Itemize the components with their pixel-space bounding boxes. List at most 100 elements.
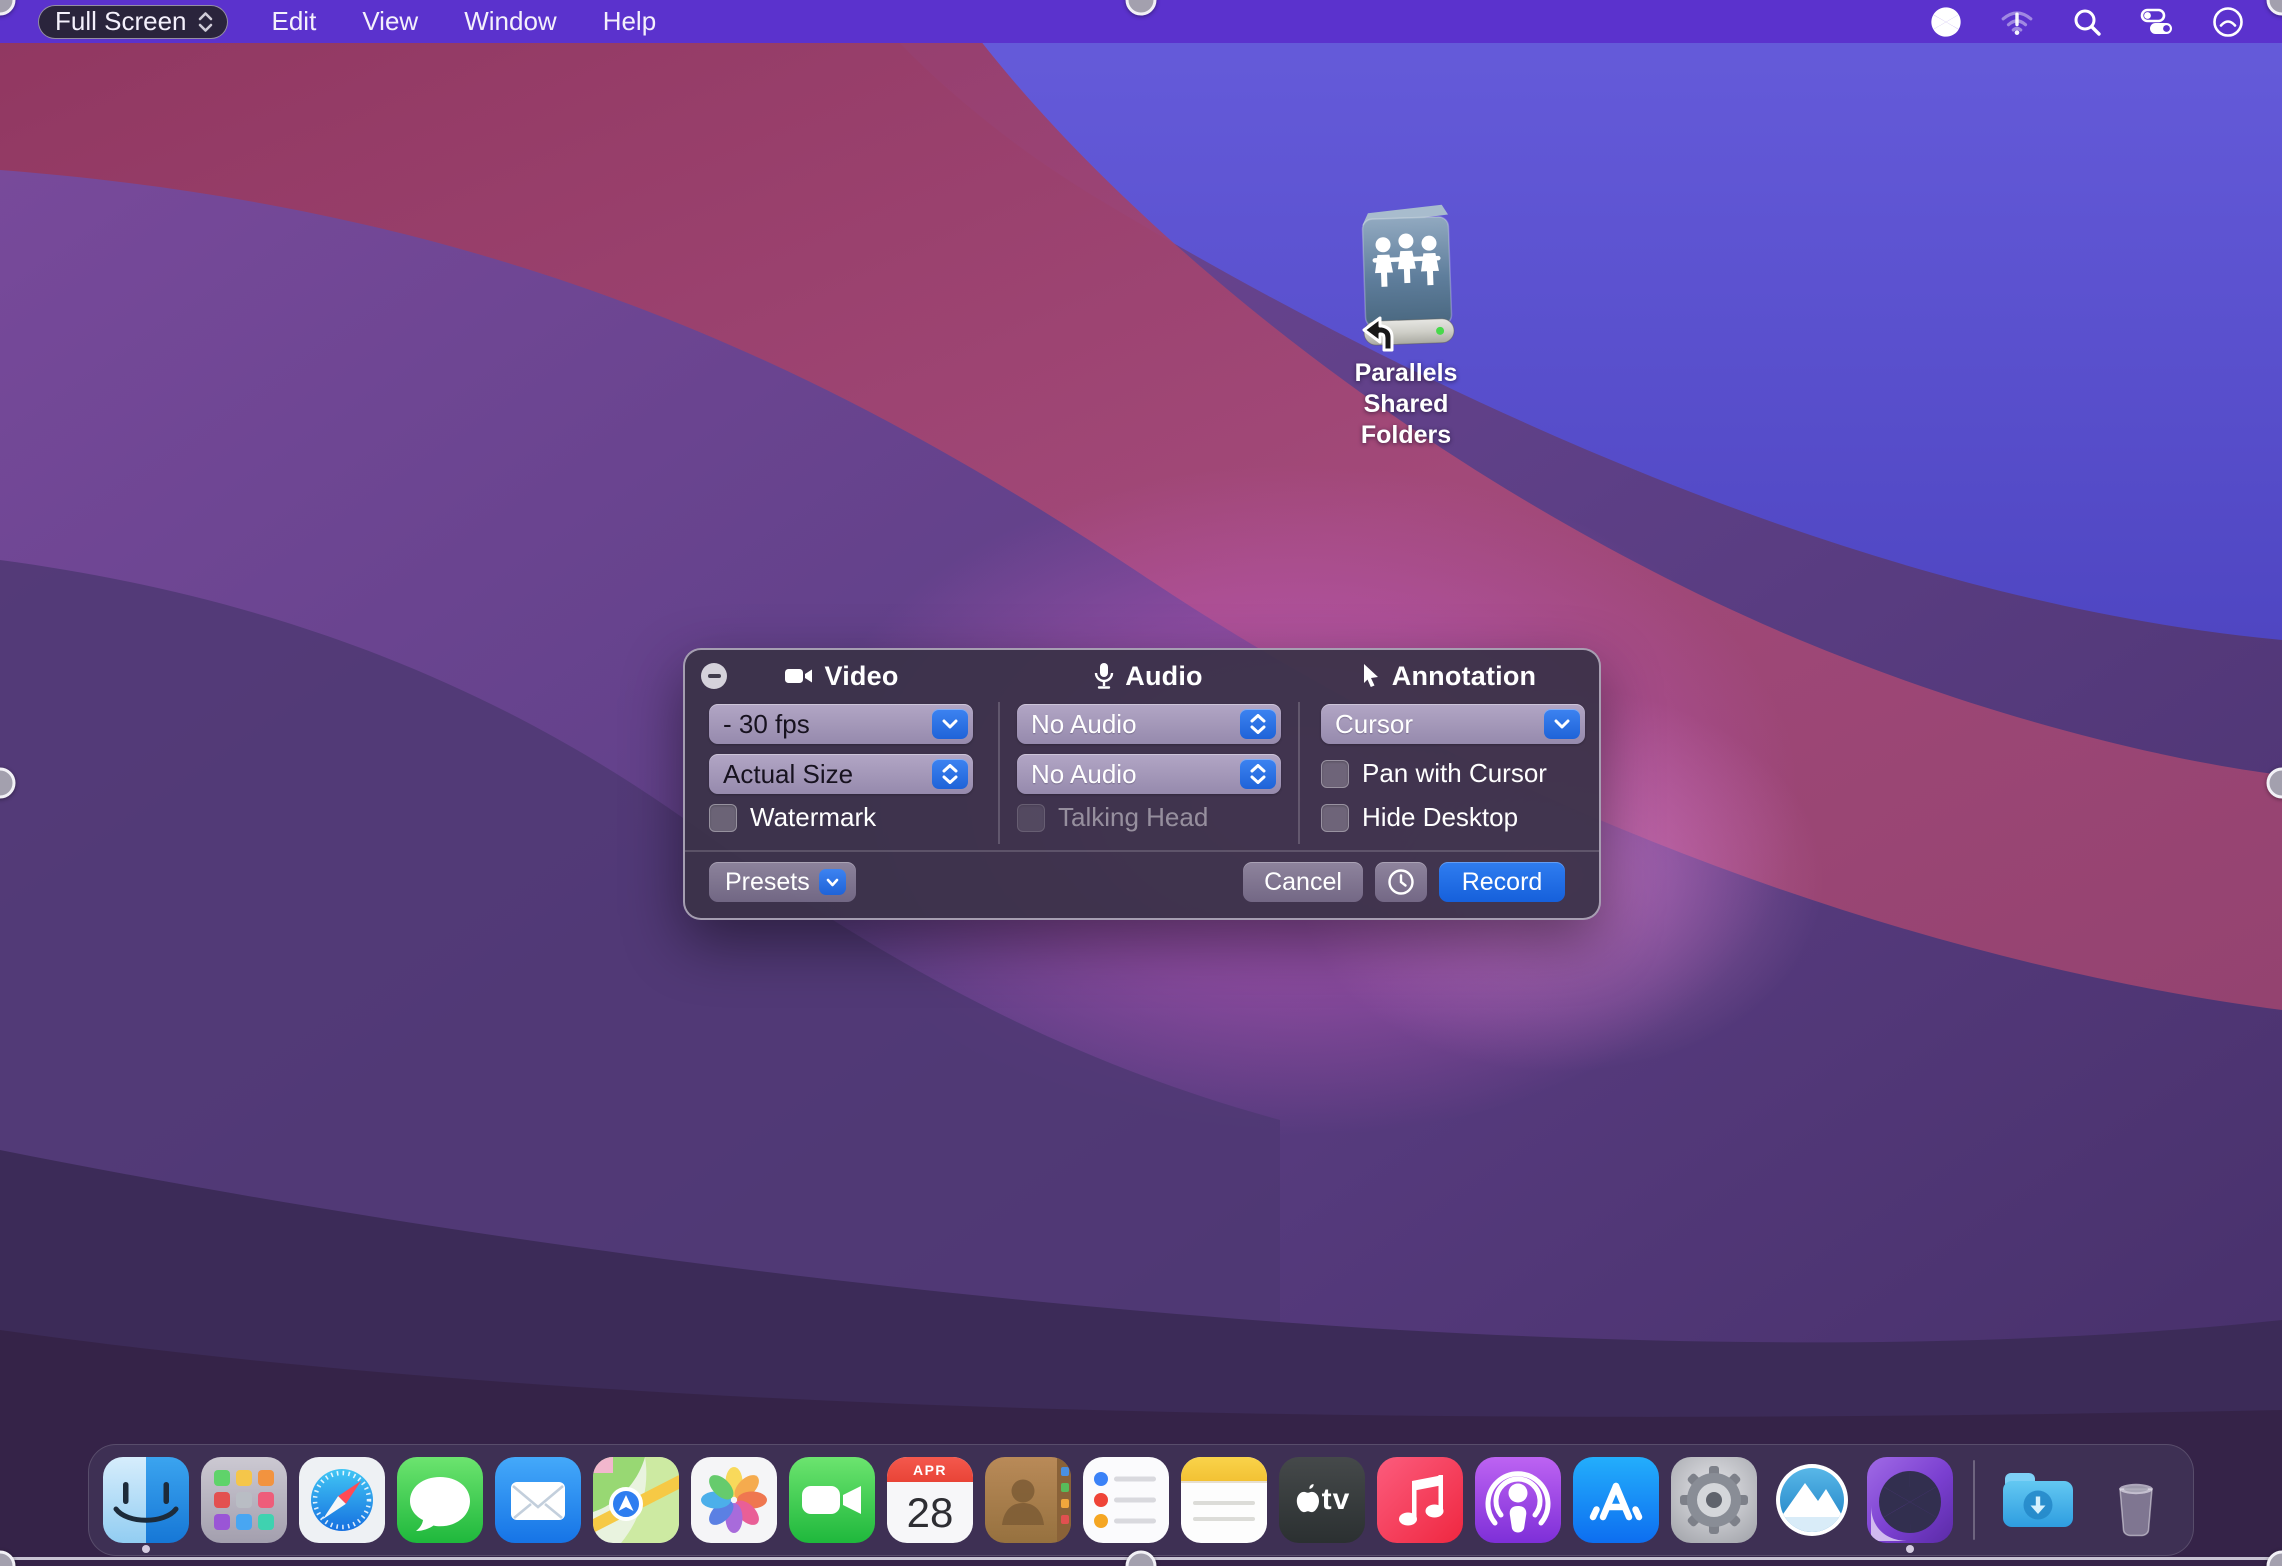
audio-section-header: Audio xyxy=(998,659,1298,693)
photos-icon xyxy=(691,1457,777,1543)
dock-app-messages[interactable] xyxy=(397,1457,483,1543)
apple-logo-icon xyxy=(1294,1484,1320,1516)
cursor-arrow-icon xyxy=(1360,663,1382,689)
recording-config-dialog: Video Audio Annotation - 30 fps xyxy=(683,648,1601,920)
parallels-desktop-icon xyxy=(1769,1457,1855,1543)
dock-item-downloads-folder[interactable] xyxy=(1995,1457,2081,1543)
size-select[interactable]: Actual Size xyxy=(709,754,973,794)
annotation-mode-select[interactable]: Cursor xyxy=(1321,704,1585,744)
video-camera-icon xyxy=(784,665,814,687)
calendar-month: APR xyxy=(887,1457,973,1482)
menu-help[interactable]: Help xyxy=(603,6,656,37)
pan-with-cursor-checkbox[interactable]: Pan with Cursor xyxy=(1321,758,1547,789)
running-indicator xyxy=(1906,1545,1914,1553)
app-store-icon xyxy=(1573,1457,1659,1543)
calendar-icon: APR 28 xyxy=(887,1457,973,1543)
updown-chevron-icon xyxy=(932,759,968,789)
audio-input-2-select[interactable]: No Audio xyxy=(1017,754,1281,794)
record-button[interactable]: Record xyxy=(1439,862,1565,902)
launchpad-icon xyxy=(201,1457,287,1543)
recording-target-label: Full Screen xyxy=(55,6,187,37)
dock-app-mail[interactable] xyxy=(495,1457,581,1543)
fps-select[interactable]: - 30 fps xyxy=(709,704,973,744)
menu-edit[interactable]: Edit xyxy=(272,6,317,37)
dock-app-calendar[interactable]: APR 28 xyxy=(887,1457,973,1543)
checkbox-box xyxy=(1321,804,1349,832)
app-menus: Edit View Window Help xyxy=(272,6,657,37)
dock-item-trash[interactable] xyxy=(2093,1457,2179,1543)
microphone-icon xyxy=(1093,662,1115,690)
recording-target-popup[interactable]: Full Screen xyxy=(38,5,228,39)
dock-app-maps[interactable] xyxy=(593,1457,679,1543)
downloads-folder-icon xyxy=(1995,1457,2081,1543)
checkbox-box xyxy=(1017,804,1045,832)
shared-drive-icon xyxy=(1346,202,1466,352)
cancel-button[interactable]: Cancel xyxy=(1243,862,1363,902)
contacts-icon xyxy=(985,1457,1071,1543)
dock-app-photos[interactable] xyxy=(691,1457,777,1543)
dock-app-system-preferences[interactable] xyxy=(1671,1457,1757,1543)
talking-head-checkbox: Talking Head xyxy=(1017,802,1208,833)
facetime-icon xyxy=(789,1457,875,1543)
dock-app-podcasts[interactable] xyxy=(1475,1457,1561,1543)
video-section-header: Video xyxy=(685,659,998,693)
chevron-down-icon xyxy=(819,869,846,895)
control-center-icon[interactable] xyxy=(2140,8,2174,36)
apple-tv-icon: tv xyxy=(1279,1457,1365,1543)
audio-input-1-select[interactable]: No Audio xyxy=(1017,704,1281,744)
running-indicator xyxy=(142,1545,150,1553)
updown-chevron-icon xyxy=(1240,759,1276,789)
reminders-icon xyxy=(1083,1457,1169,1543)
messages-icon xyxy=(397,1457,483,1543)
updown-chevron-icon xyxy=(1240,709,1276,739)
dock-app-apple-tv[interactable]: tv xyxy=(1279,1457,1365,1543)
maps-icon xyxy=(593,1457,679,1543)
divider xyxy=(685,850,1599,852)
dock-app-contacts[interactable] xyxy=(985,1457,1071,1543)
divider xyxy=(998,702,1000,844)
music-icon xyxy=(1377,1457,1463,1543)
calendar-day: 28 xyxy=(887,1482,973,1543)
chevron-down-icon xyxy=(932,709,968,739)
alias-label: Parallels Shared Folders xyxy=(1312,358,1500,451)
mail-icon xyxy=(495,1457,581,1543)
menu-view[interactable]: View xyxy=(362,6,418,37)
finder-icon xyxy=(103,1457,189,1543)
annotation-section-header: Annotation xyxy=(1298,659,1598,693)
dock-app-safari[interactable] xyxy=(299,1457,385,1543)
presets-button[interactable]: Presets xyxy=(709,862,856,902)
dock: APR 28 xyxy=(88,1444,2194,1556)
safari-icon xyxy=(299,1457,385,1543)
desktop-screen: Full Screen Edit View Window Help xyxy=(0,0,2282,1566)
dock-app-app-store[interactable] xyxy=(1573,1457,1659,1543)
hide-desktop-checkbox[interactable]: Hide Desktop xyxy=(1321,802,1518,833)
dock-app-music[interactable] xyxy=(1377,1457,1463,1543)
dock-app-screenflow[interactable] xyxy=(1867,1457,1953,1543)
dock-app-notes[interactable] xyxy=(1181,1457,1267,1543)
dock-app-parallels-desktop[interactable] xyxy=(1769,1457,1855,1543)
wifi-alert-icon[interactable] xyxy=(2000,7,2034,37)
divider xyxy=(1298,702,1300,844)
dock-app-reminders[interactable] xyxy=(1083,1457,1169,1543)
clock-icon xyxy=(1387,868,1415,896)
notes-icon xyxy=(1181,1457,1267,1543)
aperture-icon[interactable] xyxy=(1930,6,1962,38)
podcasts-icon xyxy=(1475,1457,1561,1543)
chevron-down-icon xyxy=(1544,709,1580,739)
updown-chevron-icon xyxy=(197,10,214,34)
circle-caret-icon[interactable] xyxy=(2212,6,2244,38)
dock-divider xyxy=(1973,1460,1975,1540)
watermark-checkbox[interactable]: Watermark xyxy=(709,802,876,833)
dock-app-finder[interactable] xyxy=(103,1457,189,1543)
dock-app-launchpad[interactable] xyxy=(201,1457,287,1543)
search-icon[interactable] xyxy=(2072,7,2102,37)
timer-button[interactable] xyxy=(1375,862,1427,902)
menu-window[interactable]: Window xyxy=(464,6,556,37)
trash-icon xyxy=(2093,1457,2179,1543)
checkbox-box xyxy=(709,804,737,832)
dock-app-facetime[interactable] xyxy=(789,1457,875,1543)
parallels-shared-folders-alias[interactable]: Parallels Shared Folders xyxy=(1312,202,1500,451)
checkbox-box xyxy=(1321,760,1349,788)
system-preferences-icon xyxy=(1671,1457,1757,1543)
menu-bar-status-icons xyxy=(1930,6,2282,38)
